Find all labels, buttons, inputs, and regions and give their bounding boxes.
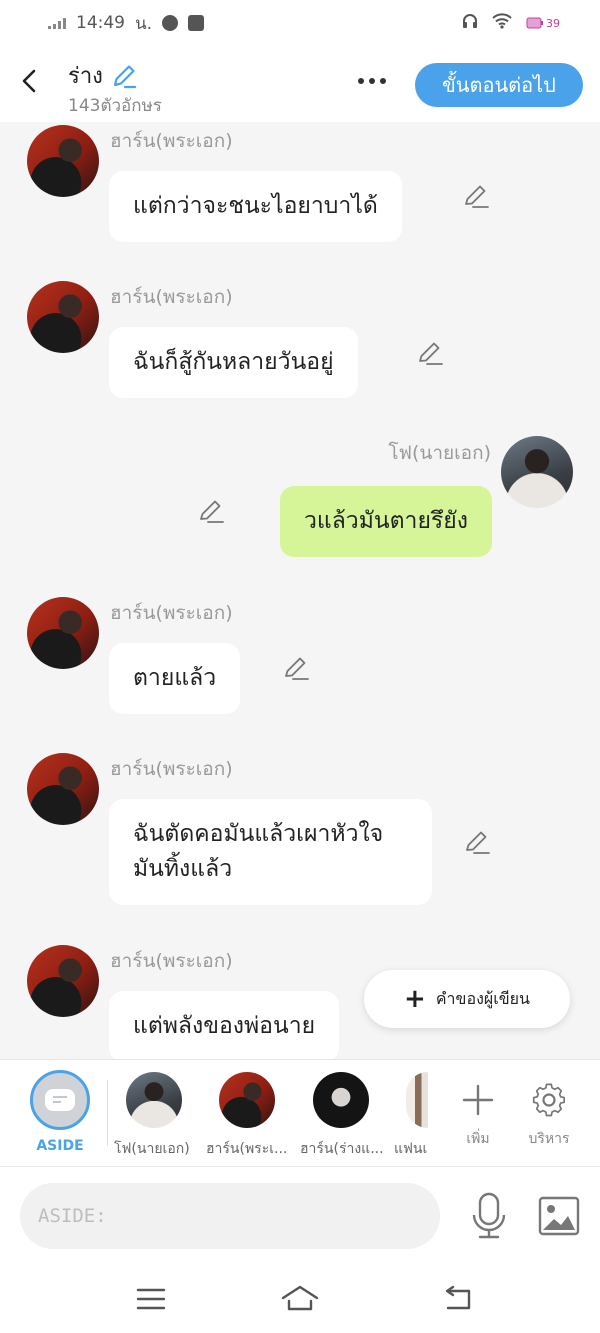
status-time: 14:49 [76,13,125,33]
menu-button[interactable] [133,1283,169,1315]
avatar-harn[interactable] [27,597,99,669]
avatar-harn[interactable] [27,125,99,197]
char-count: 143ตัวอักษร [68,96,162,116]
aside-icon [45,1089,75,1111]
image-button[interactable] [537,1193,581,1239]
divider [107,1080,108,1146]
draft-title-text: ร่าง [68,64,103,89]
avatar-harn[interactable] [27,753,99,825]
message-bubble[interactable]: แต่พลังของพ่อนาย [109,991,340,1059]
home-icon [281,1285,319,1311]
header: ร่าง 143ตัวอักษร ขั้นตอนต่อไป [0,46,600,122]
manage-label: บริหาร [528,1131,570,1147]
message-input[interactable] [20,1183,440,1249]
messenger-icon [162,15,179,31]
pencil-icon [465,185,489,208]
status-time-suffix: น. [135,13,153,34]
navigation-bar [0,1265,600,1333]
character-bar: ASIDE โฟ(นายเอก) ฮาร์น(พระเ... ฮาร์น(ร่า… [0,1059,600,1167]
wifi-icon [492,12,512,34]
character-harn[interactable] [219,1072,275,1128]
plus-icon: + [404,984,426,1014]
battery-icon: 39 [526,17,560,30]
character-fo[interactable] [126,1072,182,1128]
status-right: 39 [462,12,560,34]
edit-message-button[interactable] [281,653,311,683]
character-label: ฮาร์น(ร่างแ... [300,1141,384,1157]
character-label: แฟนเ [394,1141,428,1157]
return-button[interactable] [440,1283,476,1315]
status-left: 14:49 น. [48,10,205,37]
pencil-icon [200,500,224,523]
message-bubble[interactable]: ฉันตัดคอมันแล้วเผาหัวใจมันทิ้งแล้ว [109,799,432,905]
character-fan[interactable] [406,1072,428,1128]
back-icon [22,69,36,93]
mic-button[interactable] [466,1191,512,1241]
character-label: ฮาร์น(พระเ... [206,1141,288,1157]
sender-name: ฮาร์น(พระเอก) [110,758,233,780]
return-icon [445,1285,471,1310]
status-bar: 14:49 น. 39 [0,0,600,46]
input-row [0,1167,600,1265]
sender-name: ฮาร์น(พระเอก) [110,286,233,308]
avatar-harn[interactable] [27,945,99,1017]
message-bubble[interactable]: ฉันก็สู้กันหลายวันอยู่ [109,327,358,398]
chat-area[interactable]: ฮาร์น(พระเอก) แต่กว่าจะชนะไอยาบาได้ ฮาร์… [0,122,600,1059]
edit-message-button[interactable] [462,827,492,857]
next-step-button[interactable]: ขั้นตอนต่อไป [415,63,583,107]
pencil-icon [466,831,490,854]
manage-button[interactable] [519,1070,579,1130]
avatar-fo[interactable] [501,436,573,508]
chat-message: ฮาร์น(พระเอก) แต่กว่าจะชนะไอยาบาได้ [0,122,600,252]
pencil-icon [113,64,137,88]
battery-level: 39 [546,16,560,30]
character-harn-alt[interactable] [313,1072,369,1128]
chat-message: ฮาร์น(พระเอก) ฉันก็สู้กันหลายวันอยู่ [0,278,600,408]
message-bubble[interactable]: วแล้วมันตายรึยัง [279,486,492,557]
avatar-harn[interactable] [27,281,99,353]
home-button[interactable] [280,1283,320,1315]
pencil-icon [285,657,309,680]
more-icon [358,78,364,84]
back-button[interactable] [14,66,44,96]
youtube-icon [188,15,205,31]
aside-label: ASIDE [36,1138,84,1154]
chat-message: ฮาร์น(พระเอก) ตายแล้ว [0,594,600,724]
draft-title[interactable]: ร่าง [68,58,137,93]
chat-message: โฟ(นายเอก) วแล้วมันตายรึยัง [0,434,600,564]
writer-note-label: คำของผู้เขียน [435,988,530,1008]
message-bubble[interactable]: แต่กว่าจะชนะไอยาบาได้ [109,171,402,242]
chat-message: ฮาร์น(พระเอก) ฉันตัดคอมันแล้วเผาหัวใจมัน… [0,750,600,920]
image-icon [538,1196,580,1236]
gear-icon [532,1083,566,1117]
edit-message-button[interactable] [196,496,226,526]
pencil-icon [419,342,443,365]
add-character-button[interactable] [448,1070,508,1130]
aside-character[interactable] [30,1070,90,1130]
menu-icon [136,1288,166,1310]
edit-message-button[interactable] [415,338,445,368]
plus-icon [462,1084,494,1116]
sender-name: โฟ(นายเอก) [388,442,491,464]
signal-icon [48,17,66,29]
sender-name: ฮาร์น(พระเอก) [110,950,233,972]
writer-note-button[interactable]: + คำของผู้เขียน [364,970,570,1028]
headphones-icon [462,13,478,34]
character-label: โฟ(นายเอก) [114,1141,190,1157]
add-label: เพิ่ม [466,1131,490,1147]
mic-icon [472,1192,506,1239]
edit-message-button[interactable] [461,181,491,211]
message-bubble[interactable]: ตายแล้ว [109,643,241,714]
sender-name: ฮาร์น(พระเอก) [110,602,233,624]
more-button[interactable] [352,66,392,96]
sender-name: ฮาร์น(พระเอก) [110,130,233,152]
